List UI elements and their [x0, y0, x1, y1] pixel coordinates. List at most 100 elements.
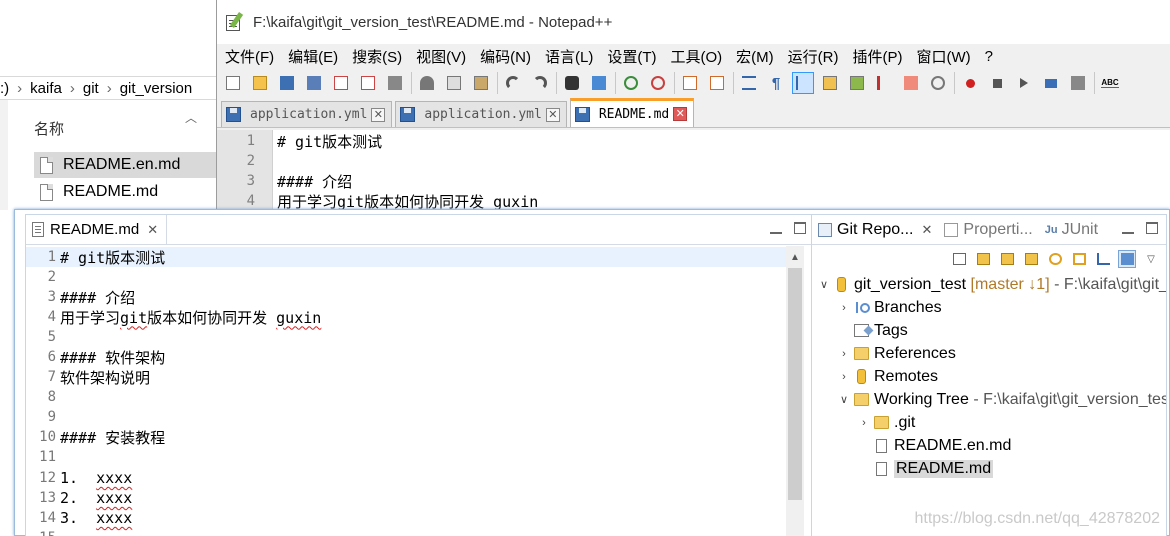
close-icon[interactable]: ✕ — [371, 107, 386, 122]
chevron-right-icon[interactable]: › — [836, 348, 852, 360]
record-macro-button[interactable] — [959, 72, 981, 94]
tree-node-references[interactable]: › References — [836, 342, 956, 365]
editor-tab-readme[interactable]: README.md ✕ — [26, 214, 168, 245]
menu-run[interactable]: 运行(R) — [788, 46, 839, 67]
tree-node-tags[interactable]: Tags — [836, 319, 908, 342]
file-item-readme[interactable]: README.md — [34, 179, 216, 205]
menu-tools[interactable]: 工具(O) — [670, 46, 722, 67]
tab-junit[interactable]: Ju JUnit — [1039, 215, 1104, 245]
chevron-down-icon[interactable]: ∨ — [816, 278, 832, 291]
tree-node-git-folder[interactable]: › .git — [856, 411, 915, 434]
save-all-button[interactable] — [303, 72, 325, 94]
breadcrumb-kaifa[interactable]: kaifa — [30, 80, 62, 97]
collapse-all-button[interactable] — [950, 250, 968, 268]
refresh-button[interactable] — [1046, 250, 1064, 268]
tab-application-yml-1[interactable]: application.yml ✕ — [221, 101, 393, 127]
add-repository-button[interactable] — [974, 250, 992, 268]
indent-guide-button[interactable] — [792, 72, 814, 94]
menu-plugins[interactable]: 插件(P) — [852, 46, 902, 67]
play-macro-button[interactable] — [1013, 72, 1035, 94]
monitoring-button[interactable] — [927, 72, 949, 94]
redo-button[interactable] — [529, 72, 551, 94]
breadcrumb-drive[interactable]: :) — [0, 80, 9, 97]
tab-application-yml-2[interactable]: application.yml ✕ — [395, 101, 567, 127]
run-macro-multiple-button[interactable] — [1040, 72, 1062, 94]
undo-button[interactable] — [502, 72, 524, 94]
breadcrumb-git-version[interactable]: git_version — [120, 80, 193, 97]
find-button[interactable] — [561, 72, 583, 94]
tab-git-repositories[interactable]: Git Repo... ✕ — [812, 215, 938, 245]
minimize-icon[interactable] — [770, 222, 782, 234]
tree-node-working-tree[interactable]: ∨ Working Tree - F:\kaifa\git\git_versio… — [836, 388, 1166, 411]
window-titlebar[interactable]: F:\kaifa\git\git_version_test\README.md … — [217, 0, 1170, 44]
editor-text-area[interactable]: 1 # git版本测试 2 3 #### 介绍 4 用于学习git版本如何协同开发 g… — [26, 246, 814, 536]
tab-readme-md[interactable]: README.md ✕ — [569, 98, 695, 127]
tab-properties[interactable]: Properti... — [938, 215, 1038, 245]
cut-button[interactable] — [416, 72, 438, 94]
copy-button[interactable] — [443, 72, 465, 94]
save-button[interactable] — [276, 72, 298, 94]
scroll-up-icon[interactable]: ▲ — [786, 252, 804, 263]
menu-window[interactable]: 窗口(W) — [916, 46, 970, 67]
tree-node-readme-en[interactable]: README.en.md — [874, 434, 1011, 457]
breadcrumb-git[interactable]: git — [83, 80, 99, 97]
new-file-button[interactable] — [222, 72, 244, 94]
paste-button[interactable] — [470, 72, 492, 94]
menu-view[interactable]: 视图(V) — [416, 46, 466, 67]
address-bar[interactable]: :) › kaifa › git › git_version — [0, 76, 216, 100]
save-macro-button[interactable] — [1067, 72, 1089, 94]
menu-edit[interactable]: 编辑(E) — [288, 46, 338, 67]
word-wrap-button[interactable] — [738, 72, 760, 94]
menu-encoding[interactable]: 编码(N) — [480, 46, 531, 67]
chevron-right-icon[interactable]: › — [856, 417, 872, 429]
open-file-button[interactable] — [249, 72, 271, 94]
menu-search[interactable]: 搜索(S) — [352, 46, 402, 67]
view-menu-button[interactable]: ▽ — [1142, 250, 1160, 268]
show-hierarchy-button[interactable] — [1094, 250, 1112, 268]
stop-macro-button[interactable] — [986, 72, 1008, 94]
chevron-right-icon[interactable]: › — [836, 302, 852, 314]
column-header-name[interactable]: 名称 — [34, 118, 64, 139]
folder-workspace-button[interactable] — [900, 72, 922, 94]
close-icon[interactable]: ✕ — [673, 107, 688, 121]
tree-node-repository[interactable]: ∨ git_version_test [master ↓1] - F:\kaif… — [816, 273, 1166, 296]
menu-language[interactable]: 语言(L) — [545, 46, 593, 67]
tree-node-remotes[interactable]: › Remotes — [836, 365, 938, 388]
maximize-icon[interactable] — [1146, 222, 1158, 234]
show-all-chars-button[interactable]: ¶ — [765, 72, 787, 94]
close-icon[interactable]: ✕ — [147, 222, 158, 238]
close-icon[interactable]: ✕ — [921, 222, 932, 238]
close-icon[interactable]: ✕ — [545, 107, 560, 122]
spell-check-button[interactable]: ABC — [1099, 72, 1121, 94]
menu-macro[interactable]: 宏(M) — [736, 46, 774, 67]
replace-button[interactable] — [588, 72, 610, 94]
close-button[interactable] — [330, 72, 352, 94]
chevron-right-icon[interactable]: › — [836, 371, 852, 383]
scrollbar-thumb[interactable] — [788, 268, 802, 500]
zoom-in-button[interactable] — [620, 72, 642, 94]
maximize-icon[interactable] — [794, 222, 806, 234]
sync-vertical-button[interactable] — [679, 72, 701, 94]
chevron-down-icon[interactable]: ∨ — [836, 393, 852, 406]
tree-node-readme[interactable]: README.md — [874, 457, 994, 480]
menu-file[interactable]: 文件(F) — [225, 46, 274, 67]
doc-map-button[interactable] — [846, 72, 868, 94]
zoom-out-button[interactable] — [647, 72, 669, 94]
menu-help[interactable]: ? — [985, 48, 993, 65]
sync-horizontal-button[interactable] — [706, 72, 728, 94]
print-button[interactable] — [384, 72, 406, 94]
file-item-readme-en[interactable]: README.en.md — [34, 152, 216, 178]
menu-settings[interactable]: 设置(T) — [607, 46, 656, 67]
notepad-editor[interactable]: 1 # git版本测试 2 3 #### 介绍 4 用于学习git版本如何协同开发 g… — [217, 130, 1170, 212]
clone-repository-button[interactable] — [998, 250, 1016, 268]
vertical-scrollbar[interactable]: ▲ — [786, 246, 804, 536]
function-list-button[interactable] — [873, 72, 895, 94]
udl-button[interactable] — [819, 72, 841, 94]
link-with-selection-button[interactable] — [1070, 250, 1088, 268]
show-working-tree-button[interactable] — [1118, 250, 1136, 268]
create-repository-button[interactable] — [1022, 250, 1040, 268]
close-all-button[interactable] — [357, 72, 379, 94]
node-label: .git — [894, 413, 916, 431]
tree-node-branches[interactable]: › Branches — [836, 296, 941, 319]
minimize-icon[interactable] — [1122, 222, 1134, 234]
